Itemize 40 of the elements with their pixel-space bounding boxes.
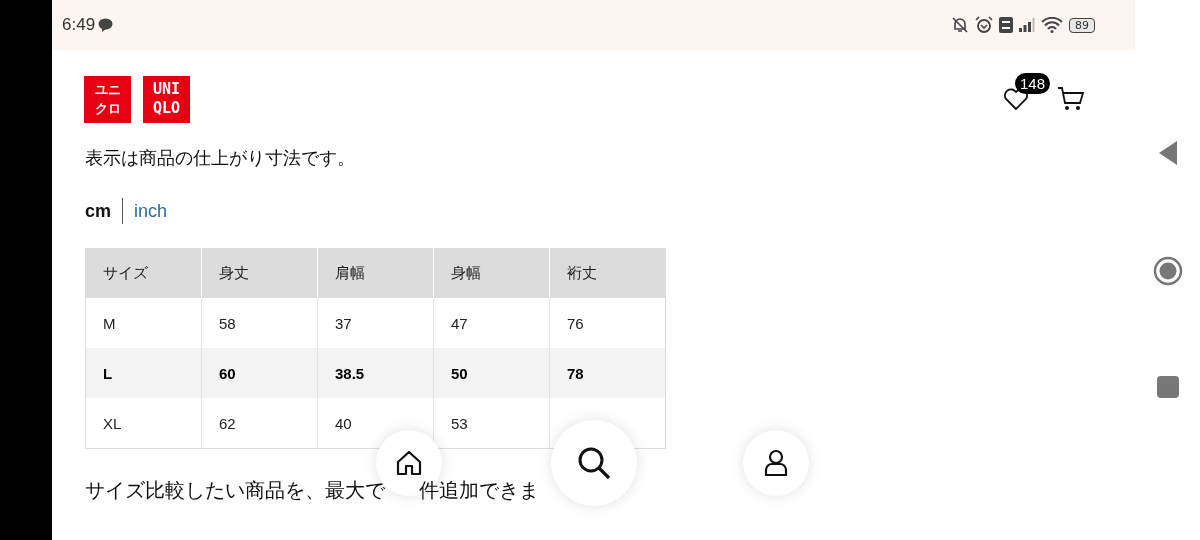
person-icon	[763, 449, 789, 477]
home-icon	[395, 449, 423, 477]
chat-bubble-icon	[98, 18, 114, 32]
heart-icon[interactable]	[1003, 87, 1029, 111]
column-header: 身幅	[433, 248, 550, 298]
cart-icon[interactable]	[1057, 86, 1085, 112]
table-cell: 60	[201, 348, 318, 398]
muted-bell-icon	[951, 16, 969, 34]
logo[interactable]: ユニ クロ	[84, 75, 131, 123]
table-cell: 50	[433, 348, 550, 398]
compare-note: サイズ比較したい商品を、最大で	[85, 478, 385, 504]
size-note: 表示は商品の仕上がり寸法です。	[85, 146, 356, 170]
unit-label[interactable]: cm	[85, 200, 111, 222]
column-header: 身丈	[201, 248, 318, 298]
recents-icon[interactable]	[1156, 376, 1179, 398]
alarm-clock-icon	[975, 16, 993, 34]
table-cell: L	[85, 348, 202, 398]
column-header: 裄丈	[549, 248, 666, 298]
logo[interactable]: UNI QLO	[143, 75, 190, 123]
table-cell: XL	[85, 398, 202, 449]
table-cell: 62	[201, 398, 318, 449]
table-cell: 76	[549, 298, 666, 348]
table-cell: 47	[433, 298, 550, 348]
clock: 6:49	[62, 15, 96, 35]
battery-icon: 89	[1069, 17, 1095, 33]
table-cell: 78	[549, 348, 666, 398]
home-circle-icon[interactable]	[1152, 256, 1183, 286]
column-header: 肩幅	[317, 248, 434, 298]
unit-link[interactable]: inch	[134, 200, 168, 222]
compare-note: 件追加できま	[419, 478, 539, 504]
signal-icon	[1019, 18, 1035, 32]
column-header: サイズ	[85, 248, 202, 298]
table-cell: 53	[433, 398, 550, 449]
table-cell: 58	[201, 298, 318, 348]
table-cell: M	[85, 298, 202, 348]
wifi-icon	[1041, 17, 1063, 33]
search-icon	[576, 445, 612, 481]
table-cell: 38.5	[317, 348, 434, 398]
table-cell: 37	[317, 298, 434, 348]
wishlist-count-badge: 148	[1015, 73, 1051, 94]
